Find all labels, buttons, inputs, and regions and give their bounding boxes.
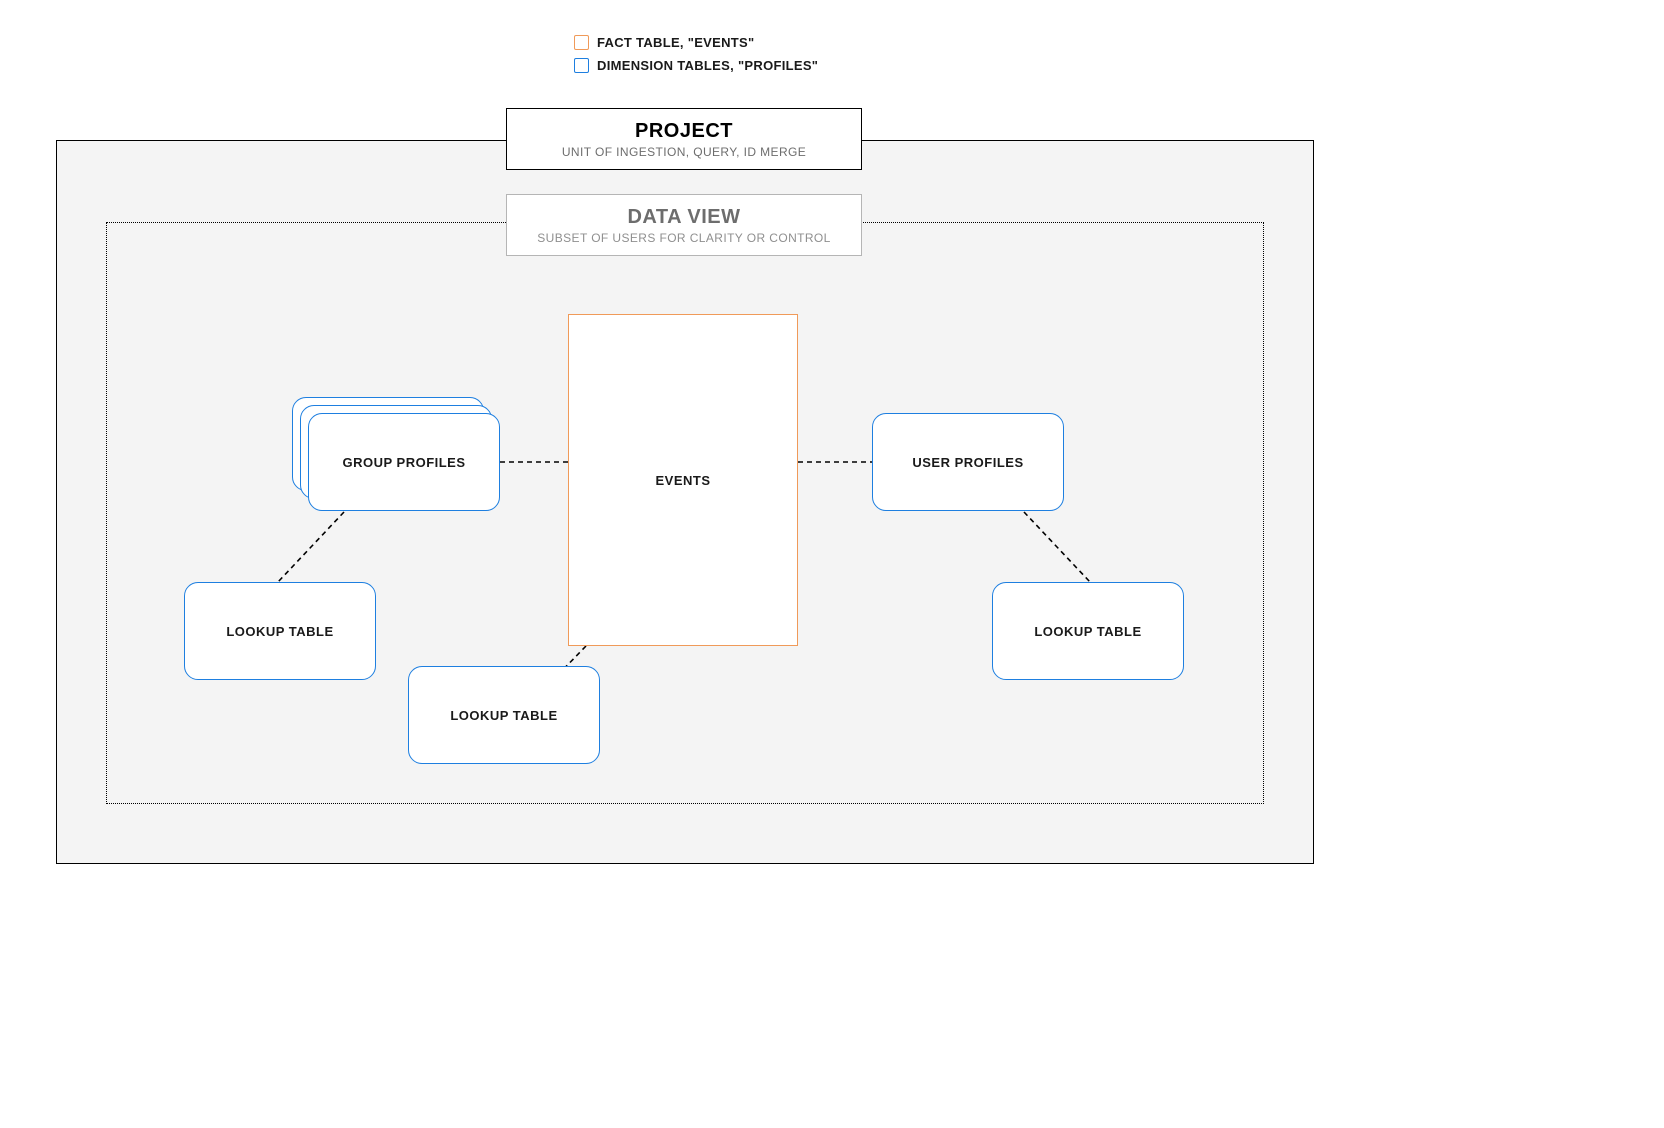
dataview-header-box: DATA VIEW SUBSET OF USERS FOR CLARITY OR… bbox=[506, 194, 862, 256]
dataview-title: DATA VIEW bbox=[627, 206, 740, 229]
events-label: EVENTS bbox=[655, 473, 710, 488]
user-profiles-label: USER PROFILES bbox=[912, 455, 1023, 470]
group-profiles-label: GROUP PROFILES bbox=[342, 455, 465, 470]
legend-row-dimension: DIMENSION TABLES, "PROFILES" bbox=[574, 58, 818, 73]
project-title: PROJECT bbox=[635, 120, 733, 143]
legend-row-fact: FACT TABLE, "EVENTS" bbox=[574, 35, 818, 50]
project-header-box: PROJECT UNIT OF INGESTION, QUERY, ID MER… bbox=[506, 108, 862, 170]
lookup-right-label: LOOKUP TABLE bbox=[1034, 624, 1141, 639]
lookup-center-label: LOOKUP TABLE bbox=[450, 708, 557, 723]
legend-fact-label: FACT TABLE, "EVENTS" bbox=[597, 35, 754, 50]
diagram-canvas: FACT TABLE, "EVENTS" DIMENSION TABLES, "… bbox=[26, 0, 1342, 900]
user-profiles-node: USER PROFILES bbox=[872, 413, 1064, 511]
lookup-left-label: LOOKUP TABLE bbox=[226, 624, 333, 639]
swatch-fact-icon bbox=[574, 35, 589, 50]
legend-dimension-label: DIMENSION TABLES, "PROFILES" bbox=[597, 58, 818, 73]
legend: FACT TABLE, "EVENTS" DIMENSION TABLES, "… bbox=[574, 35, 818, 73]
project-subtitle: UNIT OF INGESTION, QUERY, ID MERGE bbox=[562, 145, 806, 159]
swatch-dimension-icon bbox=[574, 58, 589, 73]
lookup-left-node: LOOKUP TABLE bbox=[184, 582, 376, 680]
lookup-center-node: LOOKUP TABLE bbox=[408, 666, 600, 764]
events-node: EVENTS bbox=[568, 314, 798, 646]
group-profiles-node: GROUP PROFILES bbox=[308, 413, 500, 511]
lookup-right-node: LOOKUP TABLE bbox=[992, 582, 1184, 680]
dataview-subtitle: SUBSET OF USERS FOR CLARITY OR CONTROL bbox=[537, 231, 830, 245]
